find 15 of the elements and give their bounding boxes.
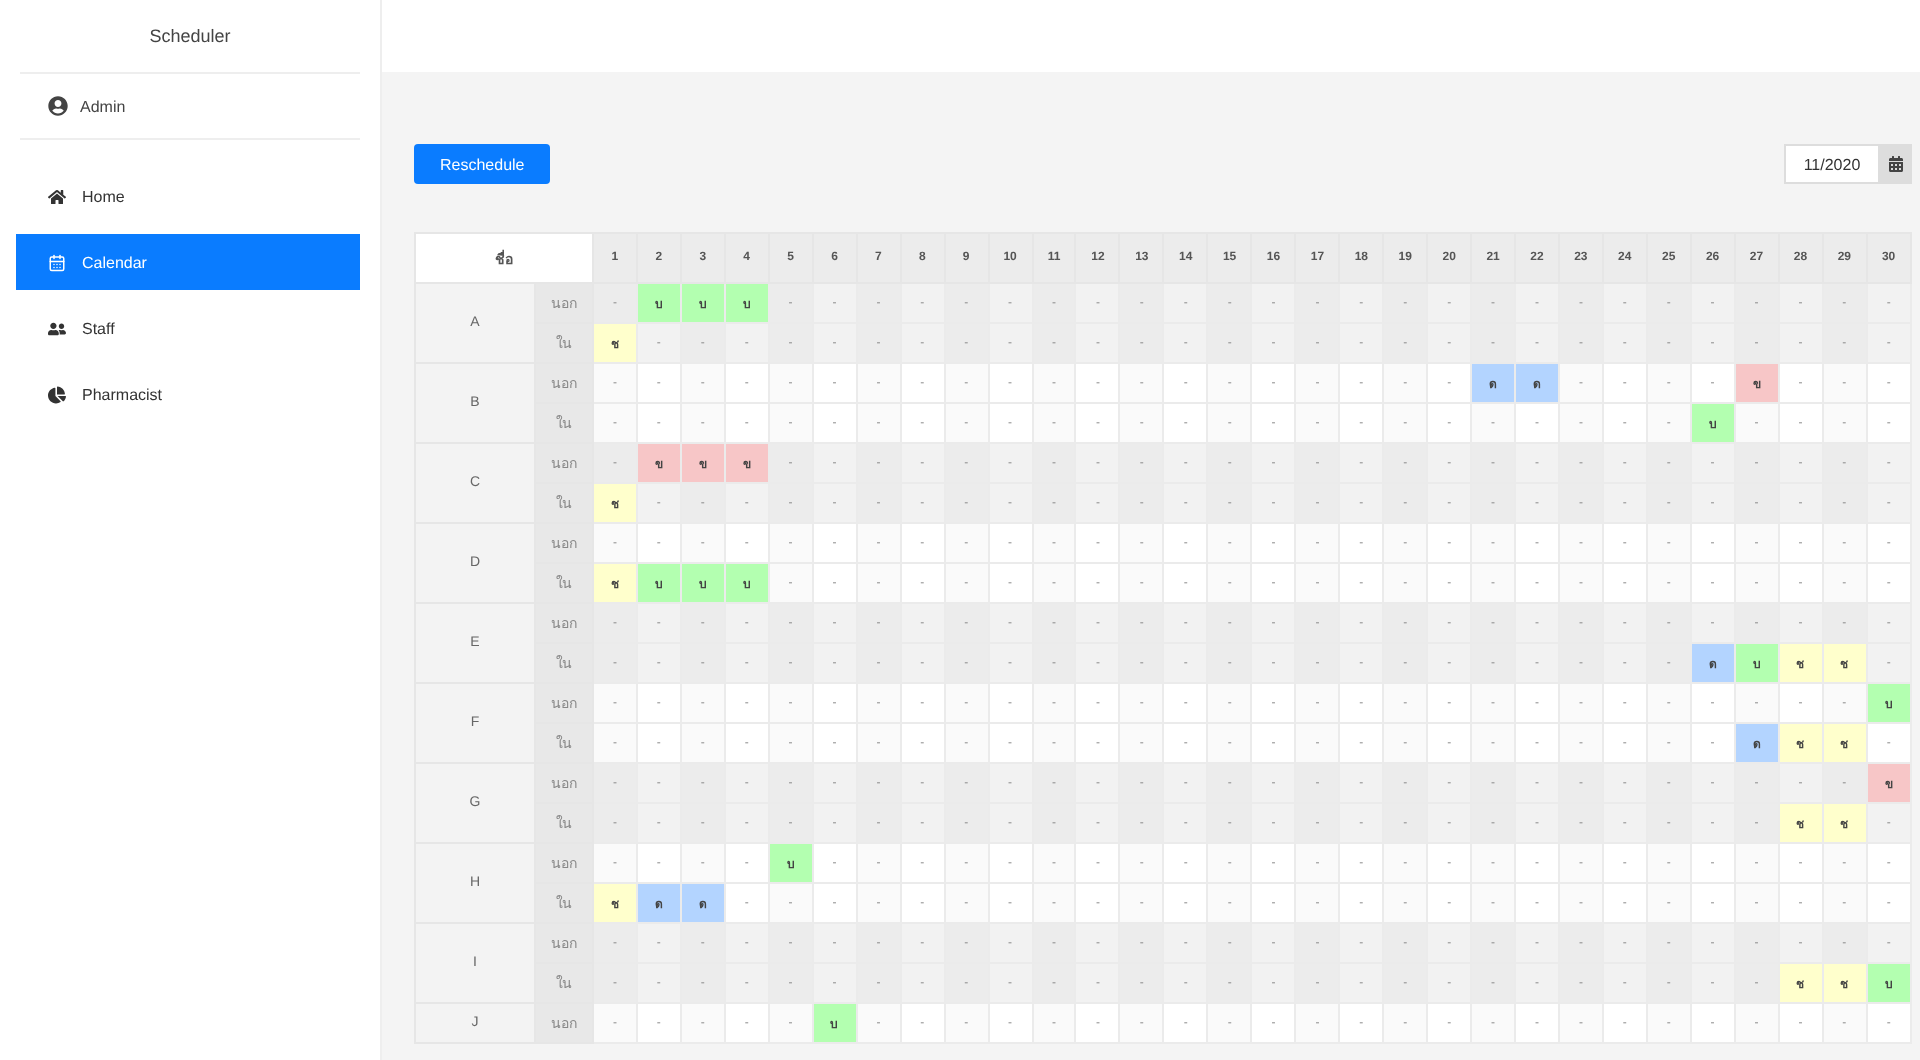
calendar-button[interactable] [1880, 144, 1912, 184]
chart-icon [48, 385, 66, 403]
reschedule-button[interactable]: Reschedule [414, 144, 551, 184]
calendar-icon [1888, 156, 1904, 172]
month-field[interactable]: 11/2020 [1784, 144, 1880, 184]
home-icon [48, 187, 66, 205]
user-icon [48, 96, 68, 116]
nav-item[interactable]: Calendar [16, 234, 360, 290]
nav-item[interactable]: Home [16, 168, 360, 224]
staff-icon [48, 319, 66, 337]
nav-item[interactable]: Staff [16, 300, 360, 356]
app-title: Scheduler [20, 0, 360, 74]
nav-item[interactable]: Pharmacist [16, 366, 360, 422]
user-name: Admin [80, 97, 126, 115]
calendar-icon [48, 253, 66, 271]
